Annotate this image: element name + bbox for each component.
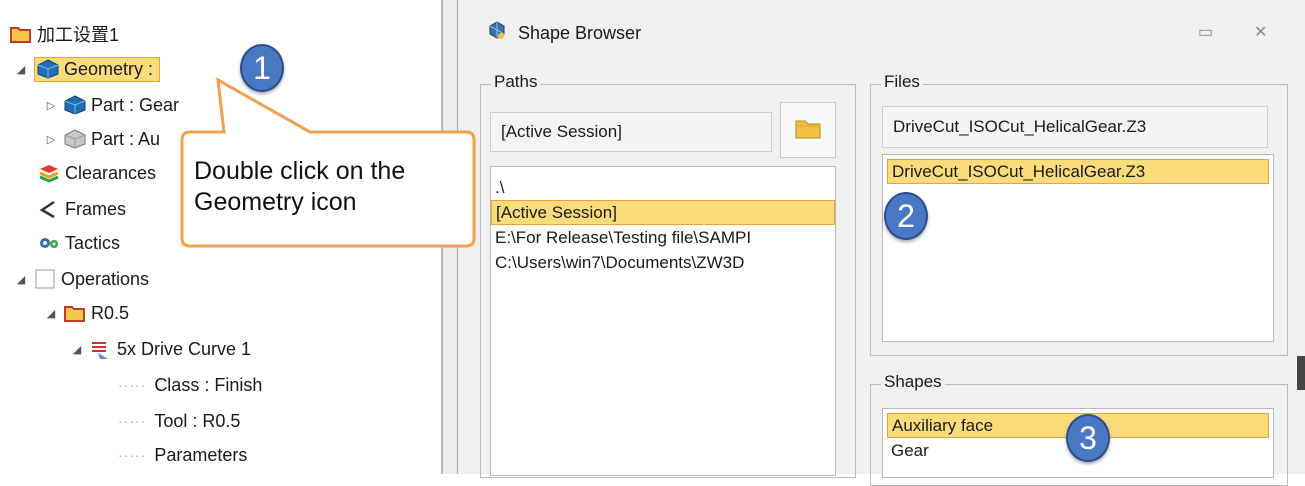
callout-line-1: Double click on the [194, 157, 406, 185]
step-badge-2: 2 [884, 192, 928, 240]
edge-marker [1297, 356, 1305, 390]
callout-line-2: Geometry icon [194, 188, 357, 216]
step-badge-3: 3 [1066, 414, 1110, 462]
callout-text: Double click on the Geometry icon [194, 156, 464, 218]
step-badge-1: 1 [240, 44, 284, 92]
callout-bubble [180, 77, 476, 248]
